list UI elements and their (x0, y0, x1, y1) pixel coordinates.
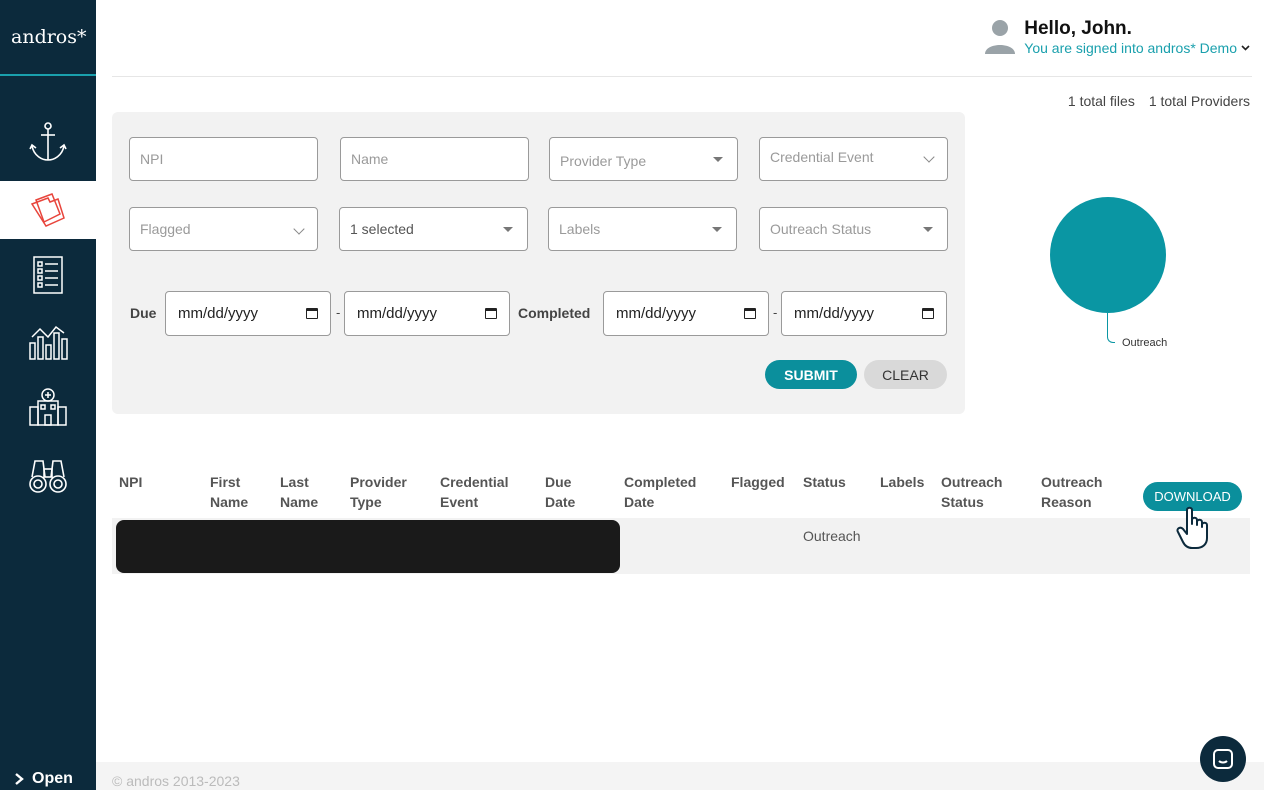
chat-launcher-button[interactable] (1200, 736, 1246, 782)
completed-to-value: mm/dd/yyyy (794, 305, 875, 322)
footer: © andros 2013-2023 (96, 762, 1264, 790)
col-credential-event[interactable]: Credential Event (440, 472, 508, 512)
due-from-date[interactable]: mm/dd/yyyy (165, 291, 331, 336)
header-divider (112, 76, 1252, 77)
chevron-down-icon (923, 151, 935, 163)
copyright: © andros 2013-2023 (112, 773, 240, 789)
user-menu[interactable]: Hello, John. You are signed into andros*… (984, 18, 1250, 56)
flagged-value: Flagged (140, 221, 191, 237)
provider-type-value: Provider Type (560, 152, 647, 169)
credential-event-value: Credential Event (770, 149, 874, 165)
caret-down-icon (503, 227, 513, 232)
chevron-down-icon (1241, 45, 1250, 51)
status-multiselect[interactable]: 1 selected (339, 207, 528, 251)
outreach-status-value: Outreach Status (770, 221, 872, 237)
caret-down-icon (713, 157, 723, 162)
due-label: Due (130, 305, 157, 321)
pie-label-leader (1107, 313, 1115, 343)
sidebar: andros* Open (0, 0, 96, 790)
due-to-value: mm/dd/yyyy (357, 305, 438, 322)
row-status: Outreach (803, 528, 861, 544)
sidebar-item-files[interactable] (0, 181, 96, 239)
labels-value: Labels (559, 221, 601, 237)
pie-slice-outreach (1050, 197, 1166, 313)
credential-event-select[interactable]: Credential Event (759, 137, 948, 181)
due-range-separator: - (336, 305, 341, 320)
npi-placeholder: NPI (140, 151, 164, 167)
binoculars-icon (29, 460, 67, 493)
sidebar-item-facilities[interactable] (0, 378, 96, 436)
col-outreach-status[interactable]: Outreach Status (941, 472, 1002, 512)
completed-range-separator: - (773, 305, 778, 320)
checklist-icon (33, 256, 63, 294)
avatar-icon (985, 20, 1016, 54)
caret-down-icon (712, 227, 722, 232)
selected-value: 1 selected (350, 221, 414, 237)
redacted-cells (116, 520, 620, 573)
summary-counts: 1 total files 1 total Providers (1068, 93, 1250, 109)
calendar-icon[interactable] (306, 308, 318, 319)
calendar-icon[interactable] (744, 308, 756, 319)
col-status[interactable]: Status (803, 472, 846, 492)
outreach-status-select[interactable]: Outreach Status (759, 207, 948, 251)
open-label: Open (32, 770, 73, 787)
submit-button[interactable]: SUBMIT (765, 360, 857, 389)
chat-icon (1213, 749, 1233, 769)
sidebar-item-outreach[interactable] (0, 446, 96, 504)
due-to-date[interactable]: mm/dd/yyyy (344, 291, 510, 336)
flagged-select[interactable]: Flagged (129, 207, 318, 251)
provider-type-select[interactable]: Provider Type (549, 137, 738, 181)
sidebar-item-anchor[interactable] (0, 113, 96, 171)
col-outreach-reason[interactable]: Outreach Reason (1041, 472, 1102, 512)
completed-from-date[interactable]: mm/dd/yyyy (603, 291, 769, 336)
completed-to-date[interactable]: mm/dd/yyyy (781, 291, 947, 336)
col-due-date[interactable]: Due Date (545, 472, 575, 512)
completed-from-value: mm/dd/yyyy (616, 305, 697, 322)
npi-input[interactable]: NPI (129, 137, 318, 181)
account-switcher[interactable]: You are signed into andros* Demo (1024, 40, 1250, 56)
hospital-icon (29, 388, 67, 426)
due-from-value: mm/dd/yyyy (178, 305, 259, 322)
analytics-icon (29, 325, 68, 360)
name-placeholder: Name (351, 151, 389, 167)
labels-select[interactable]: Labels (548, 207, 737, 251)
anchor-icon (29, 122, 67, 161)
pie-label-outreach: Outreach (1122, 337, 1168, 349)
folder-icon (30, 193, 65, 227)
caret-down-icon (923, 227, 933, 232)
col-completed-date[interactable]: Completed Date (624, 472, 696, 512)
chevron-right-icon (15, 773, 24, 785)
calendar-icon[interactable] (485, 308, 497, 319)
signed-in-text: You are signed into andros* Demo (1024, 40, 1237, 56)
sidebar-item-analytics[interactable] (0, 312, 96, 370)
completed-label: Completed (518, 305, 591, 321)
sidebar-item-checklist[interactable] (0, 246, 96, 304)
providers-count: 1 total Providers (1148, 93, 1250, 109)
files-count: 1 total files (1067, 93, 1135, 109)
col-provider-type[interactable]: Provider Type (350, 472, 407, 512)
greeting: Hello, John. (1024, 18, 1132, 39)
chevron-down-icon (293, 223, 305, 235)
hand-cursor-icon (1176, 506, 1208, 549)
col-flagged[interactable]: Flagged (731, 472, 785, 492)
col-last-name[interactable]: Last Name (280, 472, 318, 512)
calendar-icon[interactable] (922, 308, 934, 319)
clear-button[interactable]: CLEAR (864, 360, 947, 389)
logo: andros* (0, 0, 96, 76)
name-input[interactable]: Name (340, 137, 529, 181)
col-npi[interactable]: NPI (119, 472, 142, 492)
col-labels[interactable]: Labels (880, 472, 924, 492)
col-first-name[interactable]: First Name (210, 472, 248, 512)
open-sidebar-button[interactable]: Open (14, 768, 73, 790)
